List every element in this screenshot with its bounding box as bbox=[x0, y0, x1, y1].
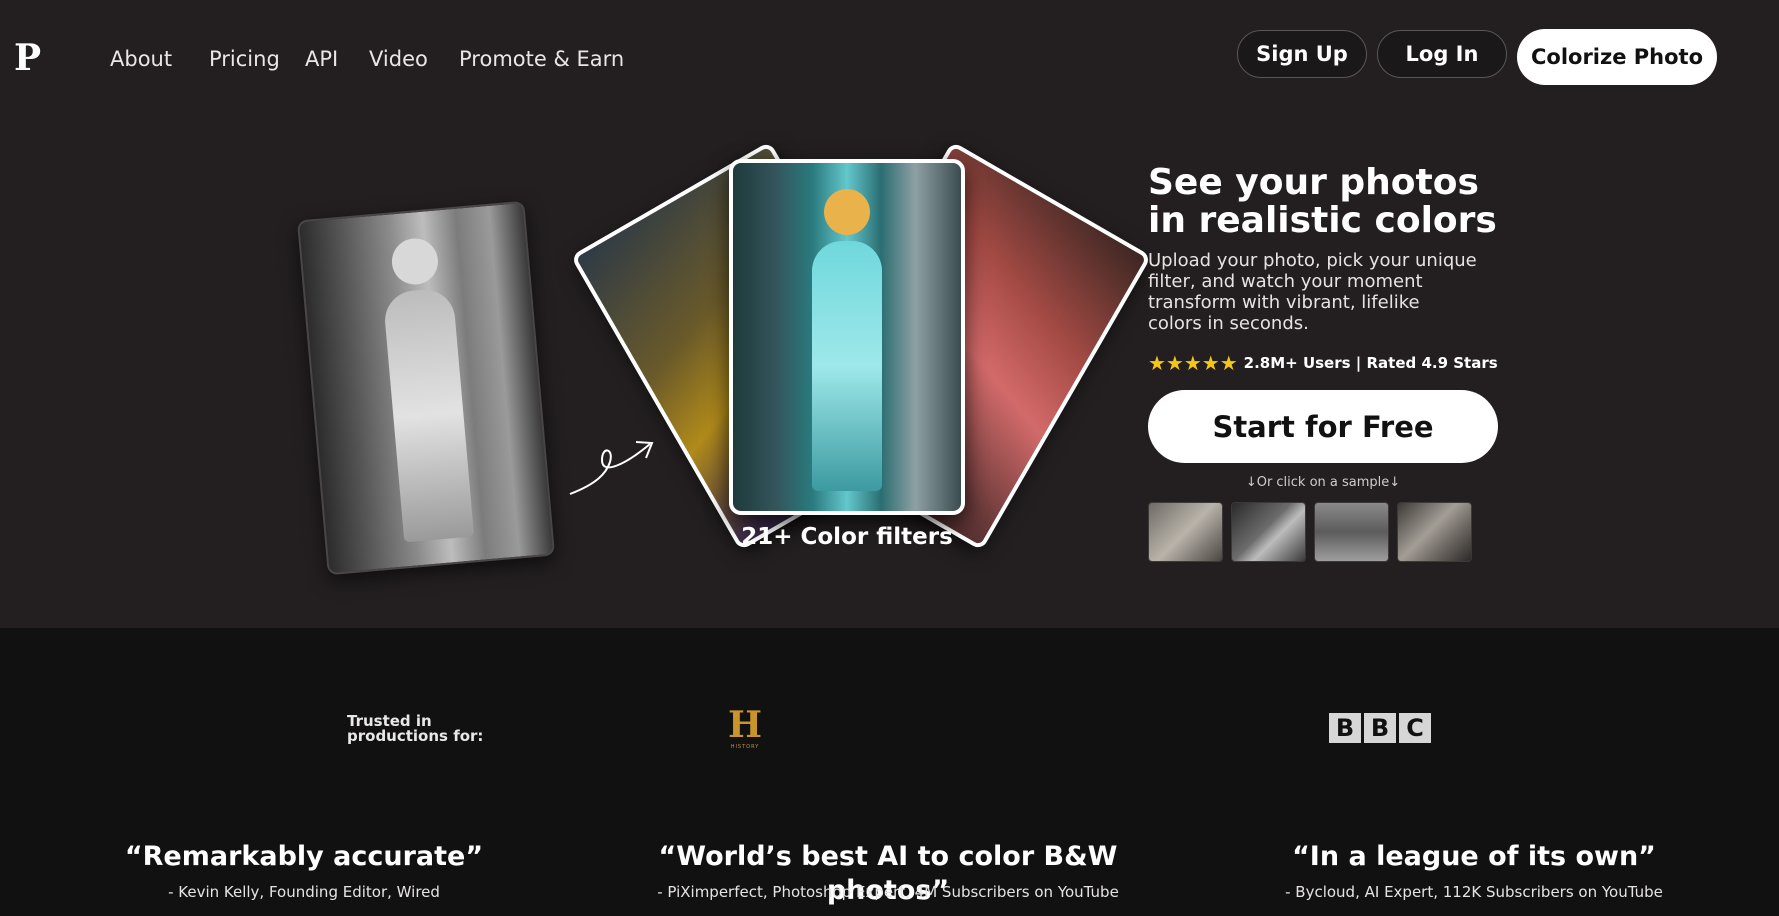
star-rating-icon: ★★★★★ bbox=[1148, 351, 1238, 375]
testimonial-source: - PiXimperfect, Photoshop Expert, 4M Sub… bbox=[657, 883, 1119, 901]
trusted-label: Trusted in productions for: bbox=[347, 714, 483, 744]
bbc-letter: C bbox=[1399, 713, 1431, 743]
hero-subtitle: Upload your photo, pick your unique filt… bbox=[1148, 250, 1477, 334]
history-logo: H HISTORY bbox=[726, 706, 764, 750]
trusted-label-line2: productions for: bbox=[347, 727, 484, 745]
history-logo-text: HISTORY bbox=[730, 744, 760, 750]
sample-thumbnail[interactable] bbox=[1148, 502, 1223, 562]
nav-promote-earn[interactable]: Promote & Earn bbox=[459, 46, 624, 72]
colorize-photo-button[interactable]: Colorize Photo bbox=[1517, 29, 1717, 85]
nav-video[interactable]: Video bbox=[369, 46, 428, 72]
sample-thumbnail[interactable] bbox=[1397, 502, 1472, 562]
nav-api[interactable]: API bbox=[305, 46, 338, 72]
bw-figure-body bbox=[382, 287, 475, 543]
rating-text: 2.8M+ Users | Rated 4.9 Stars bbox=[1243, 354, 1498, 372]
rating: ★★★★★ 2.8M+ Users | Rated 4.9 Stars bbox=[1148, 352, 1498, 374]
color-figure-headdress bbox=[824, 189, 870, 235]
color-filters-label: 21+ Color filters bbox=[741, 524, 953, 550]
sample-thumbnail[interactable] bbox=[1314, 502, 1389, 562]
color-figure-body bbox=[812, 241, 882, 491]
bbc-letter: B bbox=[1329, 713, 1361, 743]
bbc-letter: B bbox=[1364, 713, 1396, 743]
sample-hint: ↓Or click on a sample↓ bbox=[1245, 475, 1401, 490]
testimonial-quote: “In a league of its own” bbox=[1292, 841, 1656, 872]
sample-thumbnail[interactable] bbox=[1231, 502, 1306, 562]
testimonial-quote: “Remarkably accurate” bbox=[124, 841, 484, 872]
testimonial-source: - Kevin Kelly, Founding Editor, Wired bbox=[168, 883, 440, 901]
history-logo-letter: H bbox=[727, 704, 762, 746]
hero-title: See your photos in realistic colors bbox=[1148, 162, 1497, 241]
log-in-button[interactable]: Log In bbox=[1377, 30, 1507, 78]
sample-thumbnails bbox=[1148, 502, 1472, 562]
curly-arrow-icon bbox=[569, 441, 654, 495]
bw-figure-headdress bbox=[390, 236, 440, 287]
color-filter-card-main bbox=[729, 159, 965, 515]
start-for-free-button[interactable]: Start for Free bbox=[1148, 390, 1498, 463]
nav-pricing[interactable]: Pricing bbox=[209, 46, 280, 72]
sign-up-button[interactable]: Sign Up bbox=[1237, 30, 1367, 78]
bbc-logo: B B C bbox=[1329, 713, 1431, 743]
logo[interactable]: P bbox=[14, 38, 41, 78]
bw-original-photo bbox=[296, 200, 556, 576]
testimonial-source: - Bycloud, AI Expert, 112K Subscribers o… bbox=[1285, 883, 1663, 901]
nav-about[interactable]: About bbox=[110, 46, 172, 72]
